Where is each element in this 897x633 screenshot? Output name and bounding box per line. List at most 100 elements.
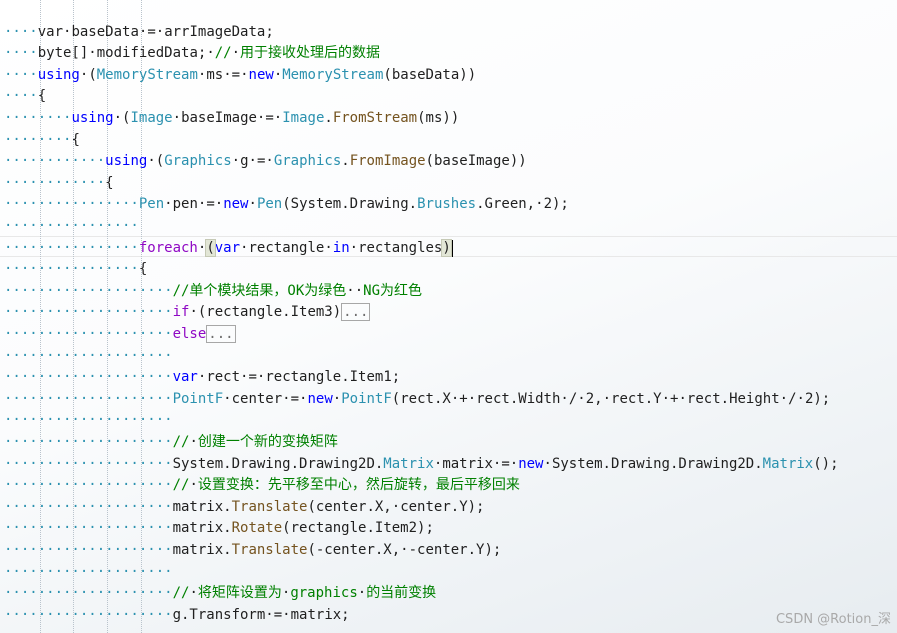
code-token: ( [155, 153, 165, 170]
code-token: new [223, 196, 249, 213]
code-line[interactable]: ····var·baseData·=·arrImageData; [4, 22, 274, 43]
code-line[interactable]: ····················matrix.Translate(-ce… [4, 540, 501, 561]
code-token: · [189, 585, 198, 602]
code-token: · [577, 390, 586, 407]
code-line[interactable]: ···················· [4, 562, 173, 583]
code-token: ·· [346, 282, 364, 299]
code-token: · [147, 153, 156, 170]
code-line[interactable]: ················Pen·pen·=·new·Pen(System… [4, 194, 569, 215]
watermark: CSDN @Rotion_深 [775, 612, 891, 627]
code-token: g [240, 153, 249, 170]
code-token: Brushes [417, 196, 477, 213]
code-token: rect [206, 369, 241, 386]
code-line[interactable]: ···················· [4, 346, 173, 367]
code-token: (ms)) [417, 109, 460, 126]
code-line[interactable]: ····{ [4, 86, 46, 107]
code-token: // [172, 477, 190, 494]
code-token: ( [88, 66, 97, 83]
code-line[interactable]: ····················//·设置变换：先平移至中心，然后旋转，… [4, 475, 520, 496]
whitespace-markers: ···················· [4, 563, 173, 580]
code-line[interactable]: ····················//单个模块结果，OK为绿色··NG为红… [4, 281, 422, 302]
code-token: 2); [543, 196, 569, 213]
collapsed-region-button[interactable]: ... [341, 303, 371, 322]
code-token: . [324, 109, 333, 126]
code-token: · [273, 109, 283, 126]
code-token: else [172, 325, 207, 342]
code-line[interactable]: ····byte[]·modifiedData;·//·用于接收处理后的数据 [4, 43, 380, 64]
whitespace-markers: ···················· [4, 606, 173, 623]
code-token: = [231, 66, 241, 83]
code-token: = [501, 455, 510, 472]
whitespace-markers: ········ [4, 109, 72, 126]
code-line[interactable]: ····················matrix.Rotate(rectan… [4, 518, 434, 539]
code-token: matrix. [172, 541, 232, 558]
whitespace-markers: ···· [4, 66, 38, 83]
code-line[interactable]: ········using·(Image·baseImage·=·Image.F… [4, 108, 459, 129]
code-token: 用于接收处理后的数据 [240, 45, 381, 62]
code-token: arrImageData; [164, 23, 274, 40]
code-token: · [223, 66, 232, 83]
code-line[interactable]: ····················//·将矩阵设置为·graphics·的… [4, 583, 436, 604]
code-token: pen [172, 196, 198, 213]
code-token: 2); [804, 390, 831, 407]
code-token: Pen [138, 196, 165, 213]
code-line[interactable]: ················foreach·(var·rectangle·i… [4, 238, 452, 259]
code-line[interactable]: ····················matrix.Translate(cen… [4, 497, 484, 518]
code-token: · [189, 304, 198, 321]
code-token: //单个模块结果，OK为绿色 [172, 282, 347, 299]
code-token: · [324, 239, 333, 256]
code-line[interactable]: ····················g.Transform·=·matrix… [4, 605, 350, 626]
code-token: Translate [231, 541, 308, 558]
code-token: · [206, 45, 215, 62]
code-line[interactable]: ····················System.Drawing.Drawi… [4, 454, 839, 475]
code-token: System.Drawing.Drawing2D. [172, 455, 384, 472]
collapsed-region-button[interactable]: ... [206, 324, 236, 343]
code-token: · [560, 390, 569, 407]
text-caret [451, 239, 453, 257]
code-token: · [88, 45, 97, 62]
code-line[interactable]: ············using·(Graphics·g·=·Graphics… [4, 151, 527, 172]
whitespace-markers: ········ [4, 131, 72, 148]
code-line[interactable]: ····················else... [4, 324, 236, 345]
code-token: matrix [442, 455, 493, 472]
code-line[interactable]: ····················PointF·center·=·new·… [4, 389, 830, 410]
code-editor[interactable]: ····var·baseData·=·arrImageData; ····byte… [0, 0, 897, 633]
code-token: matrix; [290, 606, 350, 623]
code-token: · [509, 455, 519, 472]
code-token: · [265, 153, 274, 170]
code-token: 将矩阵设置为 [197, 585, 282, 602]
code-token: Image [130, 109, 173, 126]
code-token: matrix. [172, 520, 232, 537]
code-line[interactable]: ············{ [4, 173, 114, 194]
whitespace-markers: ···················· [4, 347, 173, 364]
code-token: (center.X, [307, 498, 392, 515]
code-token: center.Y); [400, 498, 485, 515]
code-line[interactable]: ···················· [4, 410, 173, 431]
code-token: = [290, 390, 300, 407]
code-line[interactable]: ····using·(MemoryStream·ms·=·new·MemoryS… [4, 65, 476, 86]
code-token: + [459, 390, 468, 407]
code-token: = [248, 369, 257, 386]
code-token: · [467, 390, 477, 407]
code-line[interactable]: ····················var·rect·=·rectangle… [4, 367, 400, 388]
whitespace-markers: ············ [4, 153, 106, 170]
code-token: · [349, 239, 359, 256]
whitespace-markers: ················ [4, 196, 139, 213]
whitespace-markers: ················ [4, 239, 139, 256]
code-token: · [189, 477, 198, 494]
code-line[interactable]: ················{ [4, 259, 147, 280]
code-token: FromStream [332, 109, 418, 126]
code-line[interactable]: ····················if·(rectangle.Item3)… [4, 302, 371, 323]
code-token: System.Drawing.Drawing2D. [551, 455, 763, 472]
code-line[interactable]: ················ [4, 216, 139, 237]
code-token: PointF [172, 390, 224, 407]
code-line[interactable]: ········{ [4, 130, 80, 151]
code-token: · [779, 390, 789, 407]
code-line[interactable]: ····················//·创建一个新的变换矩阵 [4, 432, 338, 453]
code-token: (rectangle.Item3) [197, 304, 342, 321]
code-token: new [248, 66, 274, 83]
code-token: var [214, 239, 241, 256]
code-token: in [332, 239, 350, 256]
whitespace-markers: ···················· [4, 304, 173, 321]
whitespace-markers: ············ [4, 174, 106, 191]
